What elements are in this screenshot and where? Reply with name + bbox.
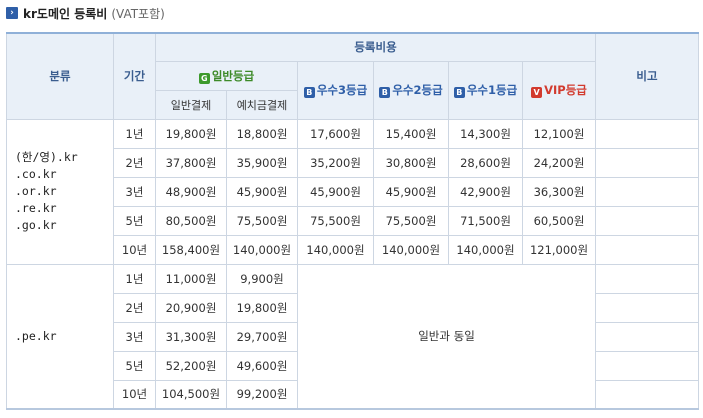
chevron-right-icon: › — [6, 7, 18, 19]
header-excellent1: B 우수1등급 — [448, 60, 523, 120]
normal-price-cell: 52,200원 — [155, 350, 227, 381]
excellent3-price-cell: 17,600원 — [297, 118, 374, 149]
deposit-price-cell: 19,800원 — [226, 292, 298, 323]
note-cell — [595, 205, 700, 236]
normal-price-cell: 158,400원 — [155, 234, 227, 265]
deposit-price-cell: 99,200원 — [226, 379, 298, 410]
general-grade-badge-icon: G — [198, 72, 210, 84]
deposit-price-cell: 75,500원 — [226, 205, 298, 236]
domain-item: .re.kr — [15, 201, 57, 215]
period-cell: 1년 — [113, 118, 156, 149]
domain-item: .or.kr — [15, 184, 57, 198]
deposit-price-cell: 35,900원 — [226, 147, 298, 178]
period-cell: 5년 — [113, 350, 156, 381]
table-row: (한/영).kr .co.kr .or.kr .re.kr .go.kr 1년 … — [6, 118, 700, 265]
note-cell — [595, 234, 700, 265]
normal-price-cell: 48,900원 — [155, 176, 227, 207]
excellent2-price-cell: 75,500원 — [373, 205, 449, 236]
normal-price-cell: 37,800원 — [155, 147, 227, 178]
period-cell: 5년 — [113, 205, 156, 236]
header-vip: V VIP등급 — [521, 60, 597, 120]
vip-price-cell: 60,500원 — [521, 205, 597, 236]
deposit-price-cell: 9,900원 — [226, 263, 298, 294]
excellent1-price-cell: 28,600원 — [448, 147, 523, 178]
vip-price-cell: 12,100원 — [521, 118, 597, 149]
excellent2-price-cell: 30,800원 — [373, 147, 449, 178]
header-fee: 등록비용 — [154, 32, 597, 62]
excellent1-price-cell: 14,300원 — [448, 118, 523, 149]
vip-badge-icon: V — [531, 87, 543, 98]
domain-item: (한/영).kr — [15, 150, 78, 164]
excellent3-price-cell: 45,900원 — [297, 176, 374, 207]
vip-price-cell: 121,000원 — [521, 234, 597, 265]
header-general: G 일반등급 — [155, 60, 298, 91]
period-cell: 1년 — [113, 263, 156, 294]
normal-price-cell: 104,500원 — [155, 379, 227, 410]
deposit-price-cell: 49,600원 — [226, 350, 298, 381]
deposit-price-cell: 45,900원 — [226, 176, 298, 207]
excellent3-price-cell: 75,500원 — [297, 205, 374, 236]
excellent1-label: 우수1등급 — [466, 83, 518, 97]
same-as-general-cell: 일반과 동일 — [296, 263, 597, 410]
note-cell — [595, 176, 700, 207]
excellent3-label: 우수3등급 — [316, 83, 368, 97]
domain-item: .pe.kr — [15, 328, 57, 343]
excellent2-price-cell: 140,000원 — [373, 234, 449, 265]
normal-price-cell: 31,300원 — [155, 321, 227, 352]
table-row: .pe.kr 1년 11,000원 9,900원 일반과 동일 — [6, 263, 700, 410]
domain-item: .co.kr — [15, 167, 57, 181]
header-period: 기간 — [113, 32, 156, 120]
domain-list-general: (한/영).kr .co.kr .or.kr .re.kr .go.kr — [6, 118, 114, 265]
excellent3-price-cell: 35,200원 — [297, 147, 374, 178]
title-sub: (VAT포함) — [111, 6, 165, 21]
period-cell: 10년 — [113, 234, 156, 265]
title-main: kr도메인 등록비 — [23, 6, 108, 21]
period-cell: 3년 — [113, 321, 156, 352]
deposit-price-cell: 18,800원 — [226, 118, 298, 149]
header-excellent3: B 우수3등급 — [297, 60, 374, 120]
general-grade-label: 일반등급 — [211, 68, 255, 83]
period-cell: 2년 — [113, 147, 156, 178]
deposit-price-cell: 29,700원 — [226, 321, 298, 352]
excellent2-badge-icon: B — [379, 87, 391, 98]
header-normal-payment: 일반결제 — [155, 89, 227, 120]
fee-table: 분류 기간 등록비용 비고 G 일반등급 B 우수3등급 B 우수2등급 B 우수1등급… — [6, 32, 700, 410]
excellent2-label: 우수2등급 — [392, 83, 443, 97]
excellent1-badge-icon: B — [453, 87, 465, 98]
excellent3-price-cell: 140,000원 — [297, 234, 374, 265]
period-cell: 2년 — [113, 292, 156, 323]
excellent2-price-cell: 15,400원 — [373, 118, 449, 149]
note-cell — [595, 321, 700, 352]
excellent2-price-cell: 45,900원 — [373, 176, 449, 207]
domain-item: .go.kr — [15, 218, 57, 232]
note-cell — [595, 350, 700, 381]
excellent1-price-cell: 140,000원 — [448, 234, 523, 265]
note-cell — [595, 292, 700, 323]
fee-table-wrapper: 분류 기간 등록비용 비고 G 일반등급 B 우수3등급 B 우수2등급 B 우수1등급… — [6, 32, 700, 410]
normal-price-cell: 11,000원 — [155, 263, 227, 294]
excellent3-badge-icon: B — [303, 87, 315, 98]
page-title: › kr도메인 등록비 (VAT포함) — [6, 4, 165, 22]
normal-price-cell: 80,500원 — [155, 205, 227, 236]
header-note: 비고 — [595, 32, 700, 120]
period-cell: 3년 — [113, 176, 156, 207]
note-cell — [595, 147, 700, 178]
vip-price-cell: 24,200원 — [521, 147, 597, 178]
excellent1-price-cell: 71,500원 — [448, 205, 523, 236]
normal-price-cell: 19,800원 — [155, 118, 227, 149]
header-excellent2: B 우수2등급 — [373, 60, 449, 120]
note-cell — [595, 118, 700, 149]
deposit-price-cell: 140,000원 — [226, 234, 298, 265]
vip-label: VIP등급 — [544, 83, 587, 97]
header-deposit-payment: 예치금결제 — [226, 89, 298, 120]
period-cell: 10년 — [113, 379, 156, 410]
normal-price-cell: 20,900원 — [155, 292, 227, 323]
note-cell — [595, 263, 700, 294]
domain-list-personal: .pe.kr — [6, 263, 114, 410]
vip-price-cell: 36,300원 — [521, 176, 597, 207]
header-category: 분류 — [6, 32, 114, 120]
excellent1-price-cell: 42,900원 — [448, 176, 523, 207]
note-cell — [595, 379, 700, 410]
